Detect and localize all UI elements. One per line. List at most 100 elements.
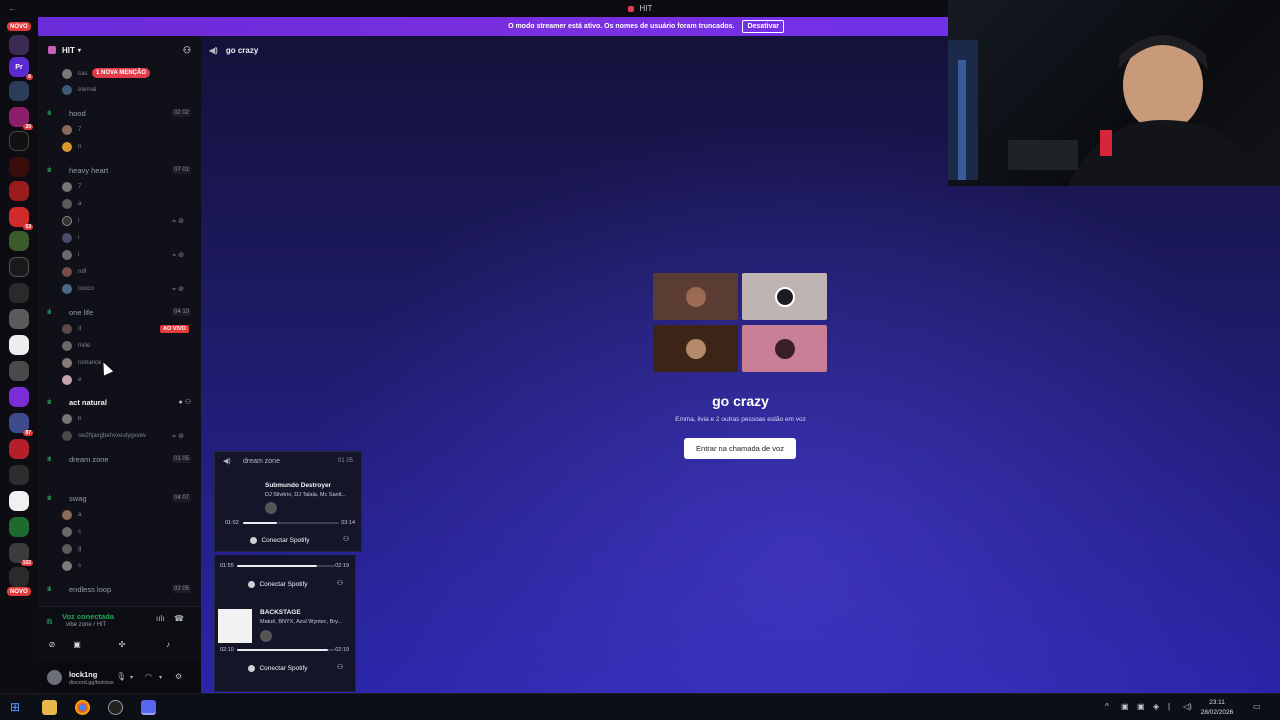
username[interactable]: lock1ng bbox=[69, 670, 97, 679]
server-icon[interactable] bbox=[9, 387, 29, 407]
member-item[interactable]: g bbox=[62, 542, 81, 556]
server-icon[interactable] bbox=[9, 491, 29, 511]
server-icon[interactable] bbox=[9, 157, 29, 177]
member-item[interactable]: b bbox=[62, 412, 81, 426]
member-item[interactable]: cas bbox=[62, 67, 87, 81]
system-clock[interactable]: 23:11 28/02/2026 bbox=[1196, 698, 1238, 718]
connect-spotify-button[interactable]: Conectar Spotify bbox=[225, 533, 335, 547]
server-icon[interactable] bbox=[9, 567, 29, 587]
member-item[interactable]: n bbox=[62, 140, 81, 154]
file-explorer-icon[interactable] bbox=[42, 700, 57, 715]
notification-icon[interactable]: ▭ bbox=[1253, 702, 1261, 711]
tray-icon[interactable]: ◈ bbox=[1153, 702, 1159, 711]
screen-share-button[interactable]: ▣ bbox=[60, 637, 94, 651]
member-item[interactable]: i bbox=[62, 231, 79, 245]
deactivate-button[interactable]: Desativar bbox=[742, 20, 784, 33]
member-item[interactable]: d bbox=[62, 322, 81, 336]
member-item[interactable]: eternal bbox=[62, 83, 96, 97]
add-person-icon[interactable]: ⚇ bbox=[337, 579, 343, 587]
server-icon[interactable] bbox=[9, 517, 29, 537]
member-item[interactable]: a bbox=[62, 197, 81, 211]
participant-tile[interactable] bbox=[653, 273, 738, 320]
track-elapsed: 01:02 bbox=[225, 520, 239, 526]
participant-tile[interactable] bbox=[742, 273, 827, 320]
server-icon[interactable] bbox=[9, 361, 29, 381]
server-icon[interactable] bbox=[9, 231, 29, 251]
server-icon[interactable] bbox=[9, 81, 29, 101]
app-icon[interactable] bbox=[108, 700, 123, 715]
member-item[interactable]: rofl bbox=[62, 265, 86, 279]
voice-location[interactable]: vibe zone / HIT bbox=[66, 622, 106, 628]
avatar[interactable] bbox=[47, 670, 62, 685]
chrome-icon[interactable] bbox=[75, 700, 90, 715]
activities-button[interactable]: ✣ bbox=[105, 637, 139, 651]
member-item[interactable]: e bbox=[62, 373, 81, 387]
voice-channel-act-natural[interactable]: ıılı act natural ● ⚇ bbox=[38, 395, 201, 409]
server-icon[interactable] bbox=[9, 181, 29, 201]
member-item[interactable]: 7 bbox=[62, 180, 81, 194]
join-voice-button[interactable]: Entrar na chamada de voz bbox=[684, 438, 796, 459]
headphones-icon[interactable]: ◠ bbox=[145, 672, 152, 681]
server-icon[interactable] bbox=[9, 439, 29, 459]
member-item[interactable]: romance bbox=[62, 356, 101, 370]
track-progress bbox=[237, 649, 335, 651]
server-icon[interactable] bbox=[9, 35, 29, 55]
connect-spotify-button[interactable]: Conectar Spotify bbox=[223, 577, 333, 591]
connect-spotify-button[interactable]: Conectar Spotify bbox=[223, 661, 333, 675]
track-total: 02:19 bbox=[335, 563, 349, 569]
signal-icon[interactable]: ⋒ bbox=[46, 617, 53, 626]
voice-channel-endless-loop[interactable]: ıılı endless loop 02 05 bbox=[38, 582, 201, 596]
server-icon[interactable] bbox=[9, 309, 29, 329]
server-icon[interactable] bbox=[9, 283, 29, 303]
server-icon-pr[interactable]: Pr 6 bbox=[9, 57, 33, 80]
tray-icon[interactable]: ▣ bbox=[1137, 702, 1145, 711]
server-header[interactable]: HIT ▾ ⚇ bbox=[38, 36, 201, 64]
chevron-up-icon[interactable]: ^ bbox=[1105, 702, 1109, 711]
voice-status[interactable]: Voz conectada bbox=[62, 612, 114, 621]
windows-start-icon[interactable]: ⊞ bbox=[10, 700, 20, 714]
participant-tile[interactable] bbox=[742, 325, 827, 372]
microphone-icon[interactable]: | bbox=[1168, 702, 1170, 711]
voice-channel-one-life[interactable]: ıılı one life 04 10 bbox=[38, 305, 201, 319]
server-icon[interactable]: 87 bbox=[9, 413, 33, 436]
gear-icon[interactable]: ⚙ bbox=[175, 672, 182, 681]
member-item[interactable]: mille bbox=[62, 339, 90, 353]
member-item[interactable]: s bbox=[62, 559, 81, 573]
soundboard-button[interactable]: ♪ bbox=[151, 637, 185, 651]
voice-channel-heavy-heart[interactable]: ıılı heavy heart 07 01 bbox=[38, 163, 201, 177]
server-icon[interactable] bbox=[9, 335, 29, 355]
chevron-down-icon[interactable]: ▾ bbox=[159, 674, 162, 681]
add-person-icon[interactable]: ⚇ bbox=[337, 663, 343, 671]
tray-icon[interactable]: ▣ bbox=[1121, 702, 1129, 711]
voice-channel-hood[interactable]: ıılı hood 02 02 bbox=[38, 106, 201, 120]
voice-channel-swag[interactable]: ıılı swag 04 07 bbox=[38, 491, 201, 505]
add-person-icon[interactable]: ⚇ bbox=[343, 535, 349, 543]
new-mention-badge[interactable]: 1 NOVA MENÇÃO bbox=[92, 68, 151, 78]
member-item[interactable]: i ⌁ ⊘ bbox=[62, 214, 184, 228]
member-item[interactable]: 7 bbox=[62, 123, 81, 137]
server-icon[interactable]: 102 bbox=[9, 543, 33, 566]
discord-icon[interactable] bbox=[141, 700, 156, 715]
invite-people-icon[interactable]: ⚇ bbox=[183, 45, 191, 56]
chevron-down-icon[interactable]: ▾ bbox=[130, 674, 133, 681]
member-item[interactable]: toxico ⌁ ⊘ bbox=[62, 282, 184, 296]
member-item[interactable]: a bbox=[62, 508, 81, 522]
server-icon[interactable]: 20 bbox=[9, 107, 33, 130]
server-icon[interactable] bbox=[9, 465, 29, 485]
server-icon[interactable] bbox=[9, 131, 29, 151]
disconnect-icon[interactable]: ☎ bbox=[174, 614, 184, 623]
voice-channel-dream-zone[interactable]: ıılı dream zone 01 05 bbox=[38, 452, 201, 466]
member-item[interactable]: sw2hjaxgbehvxeutygxvev ⌁ ⊘ bbox=[62, 429, 184, 443]
chat-invite-icon[interactable]: ● ⚇ bbox=[179, 398, 191, 406]
member-item[interactable]: i ⌁ ⊘ bbox=[62, 248, 184, 262]
webcam-overlay bbox=[948, 0, 1280, 186]
microphone-icon[interactable]: 🎙 bbox=[116, 672, 126, 681]
back-arrow-icon[interactable]: ← bbox=[8, 3, 17, 13]
server-rail: NOVO Pr 6 20 53 87 102 NOVO bbox=[0, 17, 38, 693]
member-item[interactable]: c bbox=[62, 525, 81, 539]
noise-suppression-icon[interactable]: ıılı bbox=[156, 614, 164, 623]
server-icon[interactable] bbox=[9, 257, 29, 277]
server-icon[interactable]: 53 bbox=[9, 207, 33, 230]
volume-icon[interactable]: ◁) bbox=[1183, 702, 1192, 711]
participant-tile[interactable] bbox=[653, 325, 738, 372]
